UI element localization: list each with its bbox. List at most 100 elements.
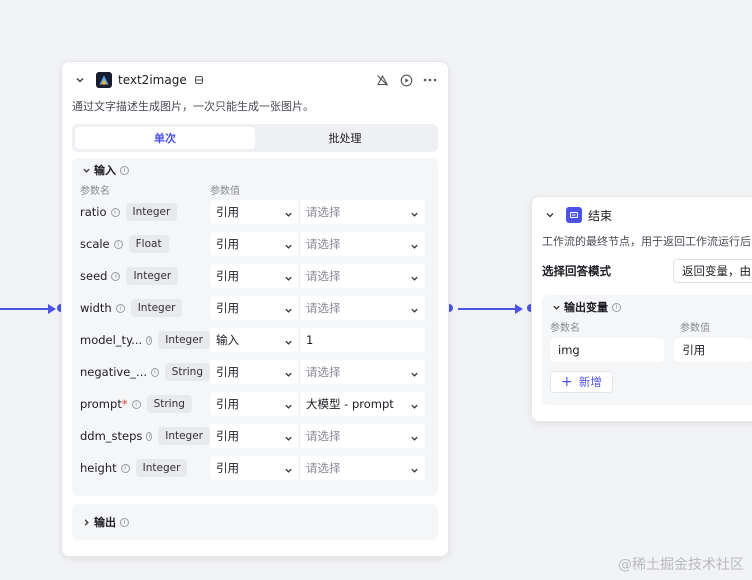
info-icon[interactable]: i — [146, 431, 153, 441]
tab-single[interactable]: 单次 — [75, 127, 255, 149]
value-mode-text: 引用 — [216, 301, 239, 315]
add-variable-button[interactable]: + 新增 — [550, 371, 613, 393]
value-mode-text: 引用 — [216, 461, 239, 475]
param-label: ratio — [80, 205, 107, 219]
workflow-canvas[interactable]: text2image 通过文字描述生成图片，一次只能生成一张图片。 单次 批处理 — [0, 0, 752, 580]
type-badge: String — [146, 395, 192, 413]
value-select[interactable]: 请选择 — [300, 456, 425, 480]
value-mode-select[interactable]: 引用 — [210, 264, 300, 288]
value-select[interactable]: 请选择 — [300, 360, 425, 384]
type-badge: String — [164, 363, 210, 381]
var-mode-select[interactable]: 引用 — [674, 338, 752, 362]
column-headers: 参数名 参数值 — [542, 319, 752, 334]
chevron-down-icon — [410, 400, 419, 409]
var-name-input[interactable]: img — [550, 338, 665, 362]
input-section-title: 输入 — [94, 164, 116, 177]
chevron-down-icon — [284, 336, 293, 345]
chevron-down-icon — [410, 368, 419, 377]
param-name: height i Integer — [80, 459, 210, 477]
bug-off-icon[interactable] — [374, 72, 390, 88]
chevron-down-icon[interactable] — [80, 162, 92, 178]
value-mode-text: 引用 — [216, 365, 239, 379]
info-icon[interactable]: i — [120, 517, 129, 527]
param-name: ratio i Integer — [80, 203, 210, 221]
param-name: scale i Float — [80, 235, 210, 253]
param-list: ratio i Integer 引用 请选择 scale i Float 引用 请选择 seed i I… — [72, 196, 438, 484]
value-select[interactable]: 请选择 — [300, 424, 425, 448]
value-select[interactable]: 大模型 - prompt — [300, 392, 425, 416]
value-select[interactable]: 请选择 — [300, 296, 425, 320]
info-icon[interactable]: i — [111, 271, 121, 281]
value-mode-select[interactable]: 引用 — [210, 200, 300, 224]
type-badge: Integer — [125, 203, 178, 221]
end-node[interactable]: 结束 工作流的最终节点，用于返回工作流运行后 选择回答模式 返回变量，由 输出变… — [531, 196, 752, 422]
chevron-down-icon[interactable] — [542, 207, 558, 223]
tab-batch[interactable]: 批处理 — [255, 127, 435, 149]
param-label: scale — [80, 237, 110, 251]
text2image-logo-icon — [96, 72, 112, 88]
chevron-down-icon — [410, 464, 419, 473]
answer-mode-select[interactable]: 返回变量，由 — [673, 259, 752, 283]
more-icon[interactable] — [422, 72, 438, 88]
param-row: ddm_steps i Integer 引用 请选择 — [72, 420, 438, 452]
chevron-down-icon — [284, 208, 293, 217]
info-icon[interactable]: i — [115, 303, 125, 313]
end-flag-icon — [566, 207, 582, 223]
chevron-down-icon — [410, 304, 419, 313]
value-mode-select[interactable]: 输入 — [210, 328, 300, 352]
info-icon[interactable]: i — [120, 165, 129, 175]
value-text: 请选择 — [306, 365, 341, 379]
param-row: negative_... i String 引用 请选择 — [72, 356, 438, 388]
output-vars-section: 输出变量 i 参数名 参数值 img 引用 + 新增 — [542, 295, 752, 405]
chevron-down-icon — [410, 240, 419, 249]
chevron-down-icon — [284, 400, 293, 409]
info-icon[interactable]: i — [113, 239, 123, 249]
value-mode-text: 引用 — [216, 397, 239, 411]
info-icon[interactable]: i — [151, 367, 159, 377]
edge-arrow — [515, 303, 523, 314]
value-select[interactable]: 请选择 — [300, 232, 425, 256]
add-row: + 新增 — [542, 367, 752, 397]
param-name: negative_... i String — [80, 363, 210, 381]
chevron-down-icon[interactable] — [550, 299, 562, 315]
value-select[interactable]: 请选择 — [300, 200, 425, 224]
input-section-header[interactable]: 输入 i — [72, 158, 438, 182]
value-text: 请选择 — [306, 461, 341, 475]
value-mode-select[interactable]: 引用 — [210, 456, 300, 480]
node-title[interactable]: 结束 — [588, 207, 612, 224]
output-vars-title: 输出变量 — [564, 301, 608, 314]
value-text: 请选择 — [306, 301, 341, 315]
param-label: seed — [80, 269, 108, 283]
value-mode-select[interactable]: 引用 — [210, 296, 300, 320]
value-input[interactable]: 1 — [300, 328, 425, 352]
value-mode-text: 输入 — [216, 333, 239, 347]
value-mode-select[interactable]: 引用 — [210, 232, 300, 256]
chevron-right-icon[interactable] — [80, 514, 92, 530]
chevron-down-icon — [284, 432, 293, 441]
output-section[interactable]: 输出 i — [72, 504, 438, 540]
param-row: seed i Integer 引用 请选择 — [72, 260, 438, 292]
column-headers: 参数名 参数值 — [72, 182, 438, 197]
info-icon[interactable]: i — [120, 463, 130, 473]
node-title[interactable]: text2image — [118, 73, 187, 87]
value-select[interactable]: 请选择 — [300, 264, 425, 288]
value-mode-select[interactable]: 引用 — [210, 392, 300, 416]
chevron-down-icon[interactable] — [72, 72, 88, 88]
output-section-title: 输出 — [94, 516, 116, 529]
info-icon[interactable]: i — [110, 207, 120, 217]
value-mode-select[interactable]: 引用 — [210, 360, 300, 384]
value-text: 请选择 — [306, 205, 341, 219]
chevron-down-icon — [284, 368, 293, 377]
info-icon[interactable]: i — [146, 335, 153, 345]
type-badge: Integer — [135, 459, 188, 477]
param-label: prompt — [80, 397, 122, 411]
chevron-down-icon — [284, 240, 293, 249]
output-vars-header[interactable]: 输出变量 i — [542, 295, 752, 319]
input-section: 输入 i 参数名 参数值 ratio i Integer 引用 请选择 scale i Flo… — [72, 158, 438, 496]
text2image-node[interactable]: text2image 通过文字描述生成图片，一次只能生成一张图片。 单次 批处理 — [61, 61, 449, 557]
edge-node1-to-end — [458, 308, 520, 310]
value-mode-select[interactable]: 引用 — [210, 424, 300, 448]
info-icon[interactable]: i — [612, 302, 621, 312]
info-icon[interactable]: i — [131, 399, 141, 409]
play-icon[interactable] — [398, 72, 414, 88]
